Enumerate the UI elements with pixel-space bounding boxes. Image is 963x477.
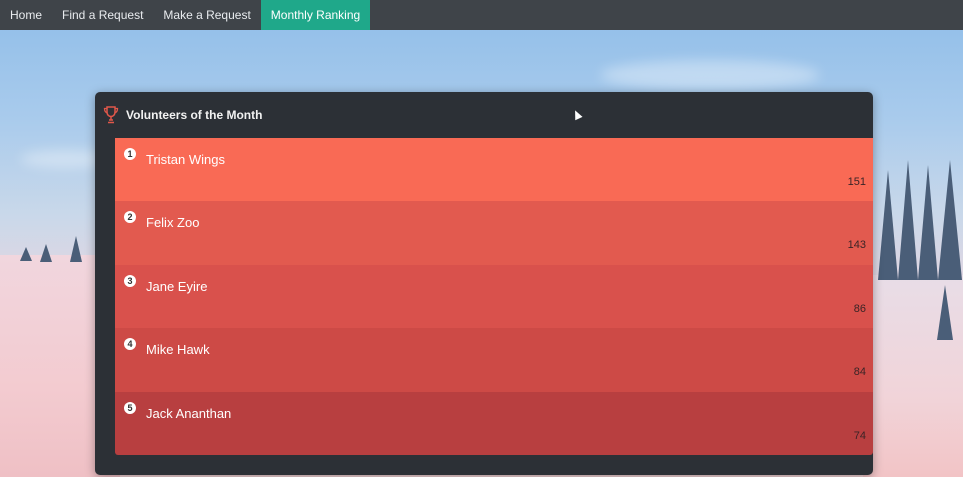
tree: [938, 160, 962, 280]
trophy-icon: [103, 106, 119, 124]
rank-badge: 3: [124, 274, 136, 287]
ranking-row[interactable]: 5 Jack Ananthan 74: [115, 391, 873, 455]
cloud: [600, 60, 820, 90]
volunteer-points: 84: [853, 366, 866, 379]
ranking-card-header: Volunteers of the Month: [95, 92, 873, 138]
tree: [918, 165, 938, 280]
volunteer-name: Felix Zoo: [146, 215, 200, 231]
tree: [70, 236, 82, 262]
ranking-title: Volunteers of the Month: [126, 108, 263, 122]
rank-badge: 1: [124, 148, 136, 160]
nav-make-a-request[interactable]: Make a Request: [153, 0, 260, 30]
rank-badge: 5: [124, 401, 136, 414]
rank-badge: 4: [124, 338, 136, 351]
volunteer-name: Mike Hawk: [146, 342, 210, 358]
ranking-row[interactable]: 1 Tristan Wings 151: [115, 138, 873, 202]
nav-home[interactable]: Home: [0, 0, 52, 30]
tree: [898, 160, 918, 280]
volunteer-points: 143: [847, 239, 866, 252]
volunteer-name: Jane Eyire: [146, 278, 208, 294]
ranking-list: 1 Tristan Wings 151 2 Felix Zoo 143 3 Ja…: [115, 138, 873, 455]
tree: [40, 244, 52, 262]
ranking-row[interactable]: 4 Mike Hawk 84: [115, 328, 873, 392]
ranking-card: Volunteers of the Month 1 Tristan Wings …: [95, 92, 873, 475]
volunteer-points: 86: [853, 302, 866, 315]
tree: [20, 247, 32, 261]
ranking-row[interactable]: 2 Felix Zoo 143: [115, 201, 873, 265]
rank-badge: 2: [124, 211, 136, 224]
nav-monthly-ranking[interactable]: Monthly Ranking: [260, 0, 371, 30]
volunteer-name: Jack Ananthan: [146, 405, 232, 421]
volunteer-points: 151: [847, 176, 866, 188]
ranking-row[interactable]: 3 Jane Eyire 86: [115, 264, 873, 329]
top-navbar: Home Find a Request Make a Request Month…: [0, 0, 963, 30]
tree: [937, 285, 953, 340]
volunteer-points: 74: [853, 429, 866, 442]
tree: [878, 170, 898, 280]
nav-find-a-request[interactable]: Find a Request: [52, 0, 153, 30]
volunteer-name: Tristan Wings: [146, 152, 225, 167]
